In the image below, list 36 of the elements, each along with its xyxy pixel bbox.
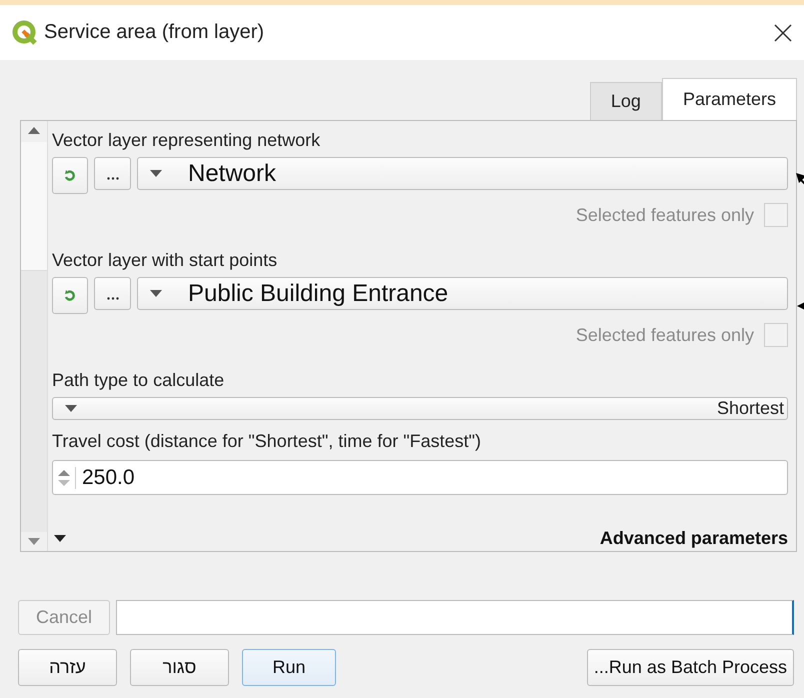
ellipsis-icon — [106, 177, 118, 180]
refresh-icon — [63, 288, 77, 302]
dropdown-caret-icon — [150, 290, 162, 297]
app-logo-icon — [12, 20, 38, 46]
dropdown-caret-icon — [150, 170, 162, 177]
tab[interactable]: Log — [590, 82, 662, 120]
browse-button[interactable] — [94, 157, 131, 190]
checkbox-label: Selected features only — [576, 204, 754, 226]
iterate-button[interactable] — [52, 277, 88, 314]
iterate-button[interactable] — [52, 157, 88, 194]
dropdown-caret-icon — [65, 405, 77, 412]
batch-button[interactable]: ...Run as Batch Process — [586, 649, 794, 686]
ellipsis-icon — [106, 297, 118, 300]
layer-dropdown[interactable]: Public Building Entrance — [137, 277, 788, 310]
parameter-label: Path type to calculate — [52, 369, 226, 392]
tab[interactable]: Parameters — [662, 78, 797, 120]
parameter-label: Travel cost (distance for "Shortest", time for "Fastest") — [52, 430, 482, 453]
layer-dropdown[interactable]: Network — [137, 157, 788, 190]
dialog-button[interactable]: Run — [242, 649, 336, 686]
scrollbar[interactable] — [21, 121, 48, 551]
number-field[interactable]: 250.0 — [52, 460, 788, 495]
dropdown[interactable]: Shortest — [52, 397, 788, 420]
section-header[interactable]: Advanced parameters — [600, 528, 788, 548]
collapsed-caret-icon[interactable] — [54, 534, 66, 542]
close-icon[interactable] — [774, 24, 792, 42]
dialog-button[interactable]: עזרה — [18, 649, 117, 686]
checkbox-label: Selected features only — [576, 324, 754, 346]
window-title: Service area (from layer) — [44, 21, 266, 44]
parameter-label: Vector layer with start points — [52, 249, 278, 272]
browse-button[interactable] — [94, 277, 131, 310]
refresh-icon — [63, 168, 77, 182]
dialog-button[interactable]: סגור — [130, 649, 229, 686]
spinner-arrows-icon — [57, 466, 76, 488]
scroll-up-icon[interactable] — [28, 127, 40, 134]
scroll-down-icon[interactable] — [28, 538, 40, 545]
parameter-label: Vector layer representing network — [52, 129, 322, 152]
